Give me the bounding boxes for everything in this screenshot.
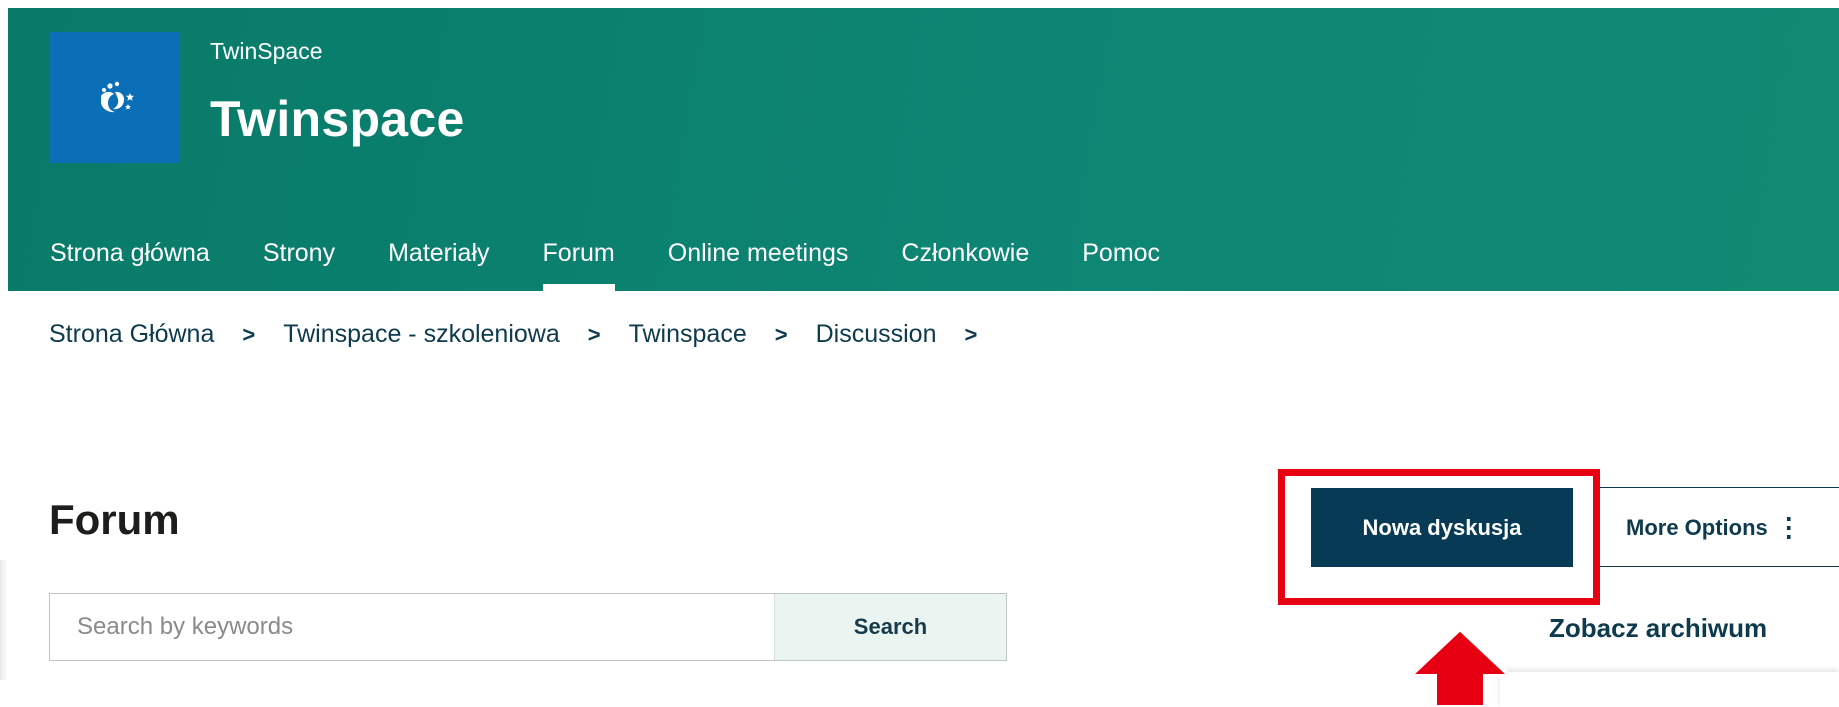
annotation-arrow-up-icon [1405,626,1515,707]
nav-item-strona-glowna[interactable]: Strona główna [50,228,210,291]
site-logo[interactable] [50,32,180,163]
nav-item-strony[interactable]: Strony [263,228,335,291]
site-subtitle: TwinSpace [210,38,323,64]
etwinning-stars-logo-icon [101,81,134,112]
dropdown-panel [1500,672,1839,707]
page-title: Forum [49,496,180,543]
search-bar: Search [49,593,1007,661]
edge-shadow [0,560,8,680]
nav-item-online-meetings[interactable]: Online meetings [668,228,849,291]
nav-item-pomoc[interactable]: Pomoc [1082,228,1160,291]
breadcrumb: Strona Główna > Twinspace - szkoleniowa … [49,320,1005,349]
breadcrumb-item-project[interactable]: Twinspace - szkoleniowa [283,320,560,349]
nav-item-materialy[interactable]: Materiały [388,228,489,291]
kebab-menu-icon: ⋮ [1775,511,1802,542]
breadcrumb-item-discussion[interactable]: Discussion [816,320,937,349]
breadcrumb-item-twinspace[interactable]: Twinspace [629,320,747,349]
annotation-highlight-box [1278,469,1600,605]
chevron-right-icon: > [587,321,601,347]
page: TwinSpace Twinspace Strona główna Strony… [0,0,1839,707]
search-button[interactable]: Search [774,594,1006,660]
site-header: TwinSpace Twinspace Strona główna Strony… [8,8,1839,291]
breadcrumb-item-home[interactable]: Strona Główna [49,320,214,349]
chevron-right-icon: > [242,321,256,347]
chevron-right-icon: > [774,321,788,347]
view-archive-link[interactable]: Zobacz archiwum [1549,613,1767,644]
main-nav: Strona główna Strony Materiały Forum Onl… [50,228,1213,291]
search-input[interactable] [50,594,774,660]
nav-item-czlonkowie[interactable]: Członkowie [901,228,1029,291]
site-title[interactable]: Twinspace [210,90,465,148]
nav-item-forum[interactable]: Forum [542,228,615,291]
chevron-right-icon: > [964,321,978,347]
more-options-label: More Options [1626,514,1768,540]
more-options-button[interactable]: More Options ⋮ [1599,487,1839,567]
